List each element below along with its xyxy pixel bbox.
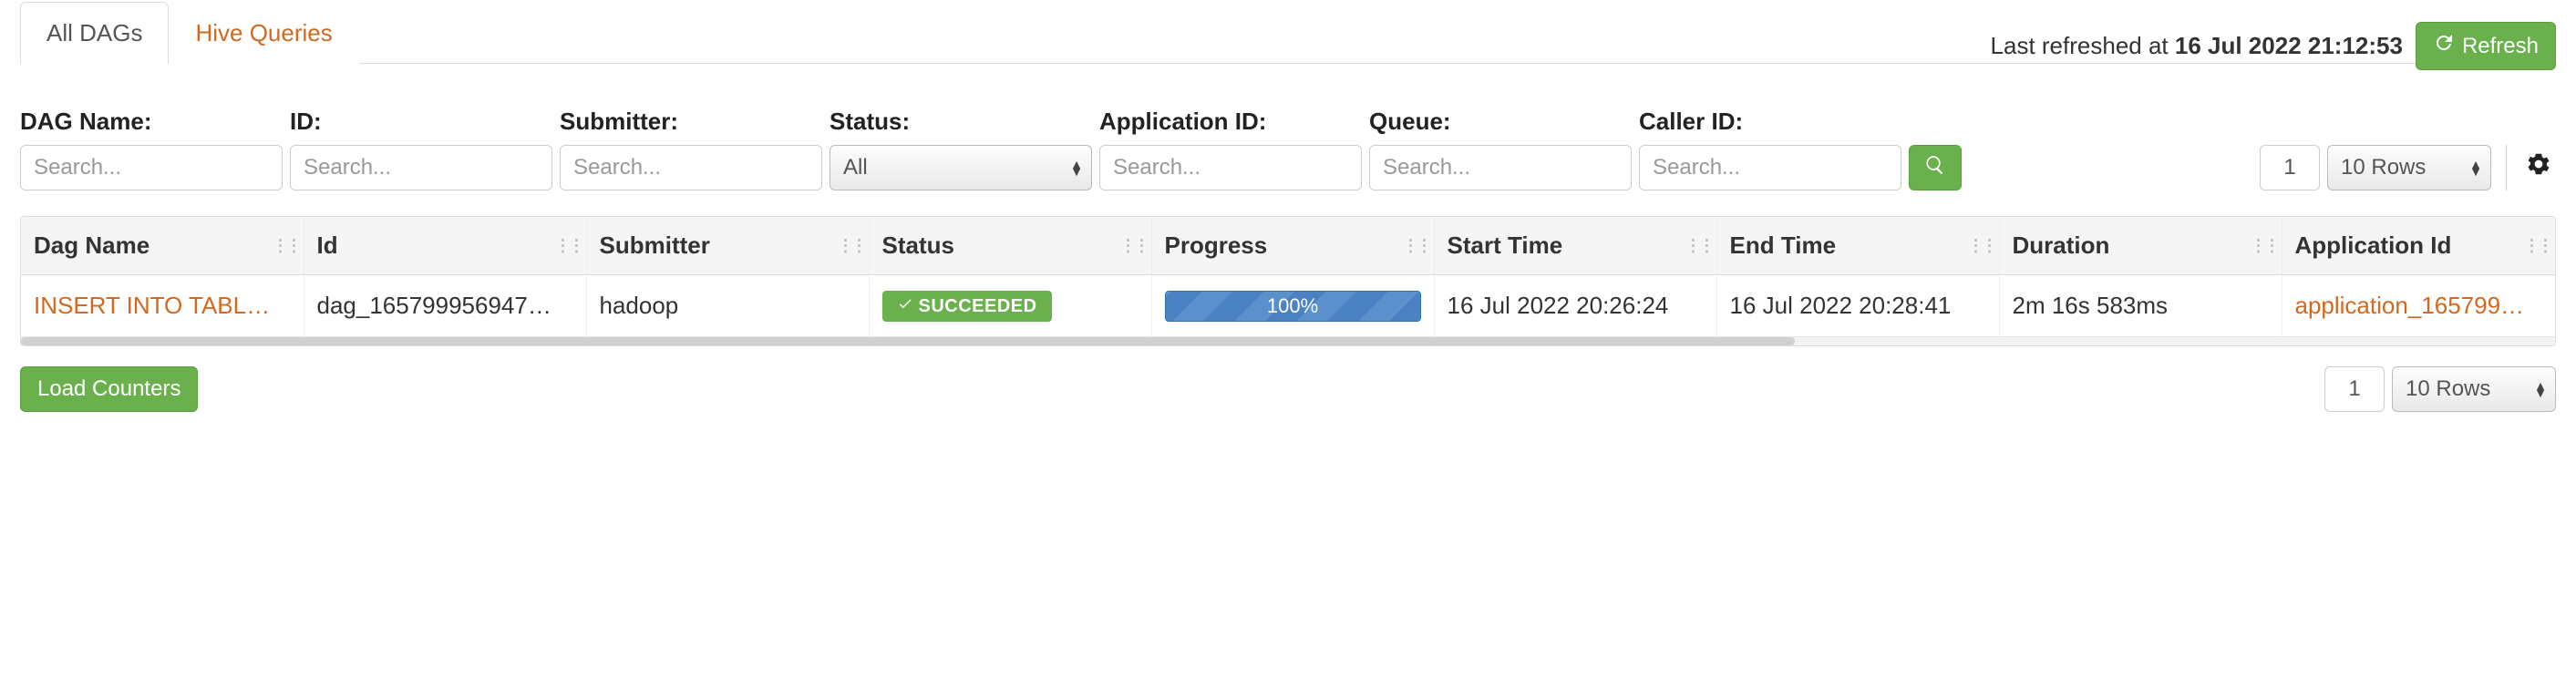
filter-queue: Queue: — [1369, 108, 1632, 190]
filter-dag-name-label: DAG Name: — [20, 108, 283, 136]
column-resize-handle[interactable]: ⋮⋮ — [1120, 236, 1148, 255]
pager-top: 10 Rows ▲▼ — [2260, 144, 2556, 190]
filter-status-label: Status: — [829, 108, 1092, 136]
cell-end-time: 16 Jul 2022 20:28:41 — [1716, 275, 1999, 337]
cell-duration: 2m 16s 583ms — [1999, 275, 2282, 337]
column-resize-handle[interactable]: ⋮⋮ — [838, 236, 865, 255]
column-resize-handle[interactable]: ⋮⋮ — [2524, 236, 2551, 255]
horizontal-scroll-thumb[interactable] — [21, 337, 1795, 345]
column-resize-handle[interactable]: ⋮⋮ — [1685, 236, 1713, 255]
filter-id-input[interactable] — [290, 145, 552, 190]
status-badge-text: SUCCEEDED — [919, 296, 1037, 317]
refresh-icon — [2433, 32, 2455, 60]
tab-all-dags[interactable]: All DAGs — [20, 2, 169, 64]
cell-queue: default — [2555, 275, 2556, 337]
load-counters-button[interactable]: Load Counters — [20, 366, 198, 412]
cell-progress: 100% — [1151, 275, 1434, 337]
filter-status-value: All — [843, 155, 868, 180]
topbar: All DAGs Hive Queries Last refreshed at … — [20, 11, 2556, 84]
filter-status: Status: All ▲▼ — [829, 108, 1092, 190]
rows-select-bottom-value: 10 Rows — [2406, 376, 2490, 401]
dag-table-wrapper: Dag Name ⋮⋮ Id ⋮⋮ Submitter ⋮⋮ Status ⋮⋮ Pro… — [20, 216, 2556, 346]
col-id-label: Id — [317, 231, 338, 259]
filters-row: DAG Name: ID: Submitter: Status: All ▲▼ … — [20, 108, 2556, 190]
cell-app-id[interactable]: application_165799… — [2282, 275, 2555, 337]
rows-select-top[interactable]: 10 Rows — [2327, 145, 2491, 190]
refresh-button-label: Refresh — [2462, 34, 2539, 59]
column-resize-handle[interactable]: ⋮⋮ — [1968, 236, 1995, 255]
col-id[interactable]: Id ⋮⋮ — [304, 217, 586, 275]
col-app-id-label: Application Id — [2295, 231, 2452, 259]
load-counters-label: Load Counters — [37, 376, 180, 402]
col-duration[interactable]: Duration ⋮⋮ — [1999, 217, 2282, 275]
filter-queue-input[interactable] — [1369, 145, 1632, 190]
search-icon — [1924, 154, 1946, 182]
column-resize-handle[interactable]: ⋮⋮ — [2251, 236, 2278, 255]
col-duration-label: Duration — [2013, 231, 2110, 259]
col-queue[interactable]: Queue — [2555, 217, 2556, 275]
col-status-label: Status — [882, 231, 954, 259]
col-submitter-label: Submitter — [600, 231, 710, 259]
filter-id: ID: — [290, 108, 552, 190]
col-dag-name-label: Dag Name — [34, 231, 149, 259]
cell-id: dag_165799956947… — [304, 275, 586, 337]
filter-caller-id-input[interactable] — [1639, 145, 1901, 190]
col-progress[interactable]: Progress ⋮⋮ — [1151, 217, 1434, 275]
topbar-right: Last refreshed at 16 Jul 2022 21:12:53 R… — [1991, 22, 2556, 70]
status-badge: SUCCEEDED — [882, 291, 1052, 322]
last-refreshed: Last refreshed at 16 Jul 2022 21:12:53 — [1991, 32, 2403, 60]
filter-status-select[interactable]: All — [829, 145, 1092, 190]
below-table-bar: Load Counters 10 Rows ▲▼ — [20, 366, 2556, 412]
col-dag-name[interactable]: Dag Name ⋮⋮ — [21, 217, 304, 275]
last-refreshed-prefix: Last refreshed at — [1991, 32, 2175, 59]
filter-id-label: ID: — [290, 108, 552, 136]
col-status[interactable]: Status ⋮⋮ — [869, 217, 1151, 275]
filter-submitter-label: Submitter: — [560, 108, 822, 136]
col-progress-label: Progress — [1165, 231, 1268, 259]
filter-dag-name: DAG Name: — [20, 108, 283, 190]
rows-select-top-value: 10 Rows — [2341, 155, 2426, 180]
filter-submitter: Submitter: — [560, 108, 822, 190]
col-end-time[interactable]: End Time ⋮⋮ — [1716, 217, 1999, 275]
cell-status: SUCCEEDED — [869, 275, 1151, 337]
rows-select-bottom[interactable]: 10 Rows — [2392, 366, 2556, 412]
col-submitter[interactable]: Submitter ⋮⋮ — [586, 217, 869, 275]
progress-bar: 100% — [1165, 291, 1421, 322]
column-resize-handle[interactable]: ⋮⋮ — [1403, 236, 1430, 255]
column-resize-handle[interactable]: ⋮⋮ — [555, 236, 582, 255]
horizontal-scrollbar[interactable] — [21, 336, 2555, 345]
pager-bottom: 10 Rows ▲▼ — [2324, 366, 2556, 412]
page-number-input-top[interactable] — [2260, 145, 2320, 190]
refresh-button[interactable]: Refresh — [2416, 22, 2556, 70]
cell-dag-name[interactable]: INSERT INTO TABL… — [21, 275, 304, 337]
tab-hive-queries[interactable]: Hive Queries — [169, 2, 358, 64]
col-end-time-label: End Time — [1730, 231, 1837, 259]
filter-caller-id: Caller ID: — [1639, 108, 1901, 190]
filter-app-id-label: Application ID: — [1099, 108, 1362, 136]
column-resize-handle[interactable]: ⋮⋮ — [273, 236, 300, 255]
col-app-id[interactable]: Application Id ⋮⋮ — [2282, 217, 2555, 275]
check-icon — [897, 295, 913, 317]
filter-queue-label: Queue: — [1369, 108, 1632, 136]
filter-submitter-input[interactable] — [560, 145, 822, 190]
table-header-row: Dag Name ⋮⋮ Id ⋮⋮ Submitter ⋮⋮ Status ⋮⋮ Pro… — [21, 217, 2556, 275]
table-row: INSERT INTO TABL… dag_165799956947… hado… — [21, 275, 2556, 337]
dag-table: Dag Name ⋮⋮ Id ⋮⋮ Submitter ⋮⋮ Status ⋮⋮ Pro… — [21, 217, 2556, 337]
filter-caller-id-label: Caller ID: — [1639, 108, 1901, 136]
gear-icon[interactable] — [2521, 144, 2556, 190]
filter-app-id: Application ID: — [1099, 108, 1362, 190]
search-button[interactable] — [1909, 145, 1962, 190]
col-start-time-label: Start Time — [1448, 231, 1563, 259]
filter-app-id-input[interactable] — [1099, 145, 1362, 190]
last-refreshed-time: 16 Jul 2022 21:12:53 — [2175, 32, 2403, 59]
filter-dag-name-input[interactable] — [20, 145, 283, 190]
cell-start-time: 16 Jul 2022 20:26:24 — [1434, 275, 1716, 337]
cell-submitter: hadoop — [586, 275, 869, 337]
divider — [2506, 145, 2507, 190]
page-number-input-bottom[interactable] — [2324, 366, 2385, 412]
col-start-time[interactable]: Start Time ⋮⋮ — [1434, 217, 1716, 275]
progress-label: 100% — [1166, 292, 1420, 321]
